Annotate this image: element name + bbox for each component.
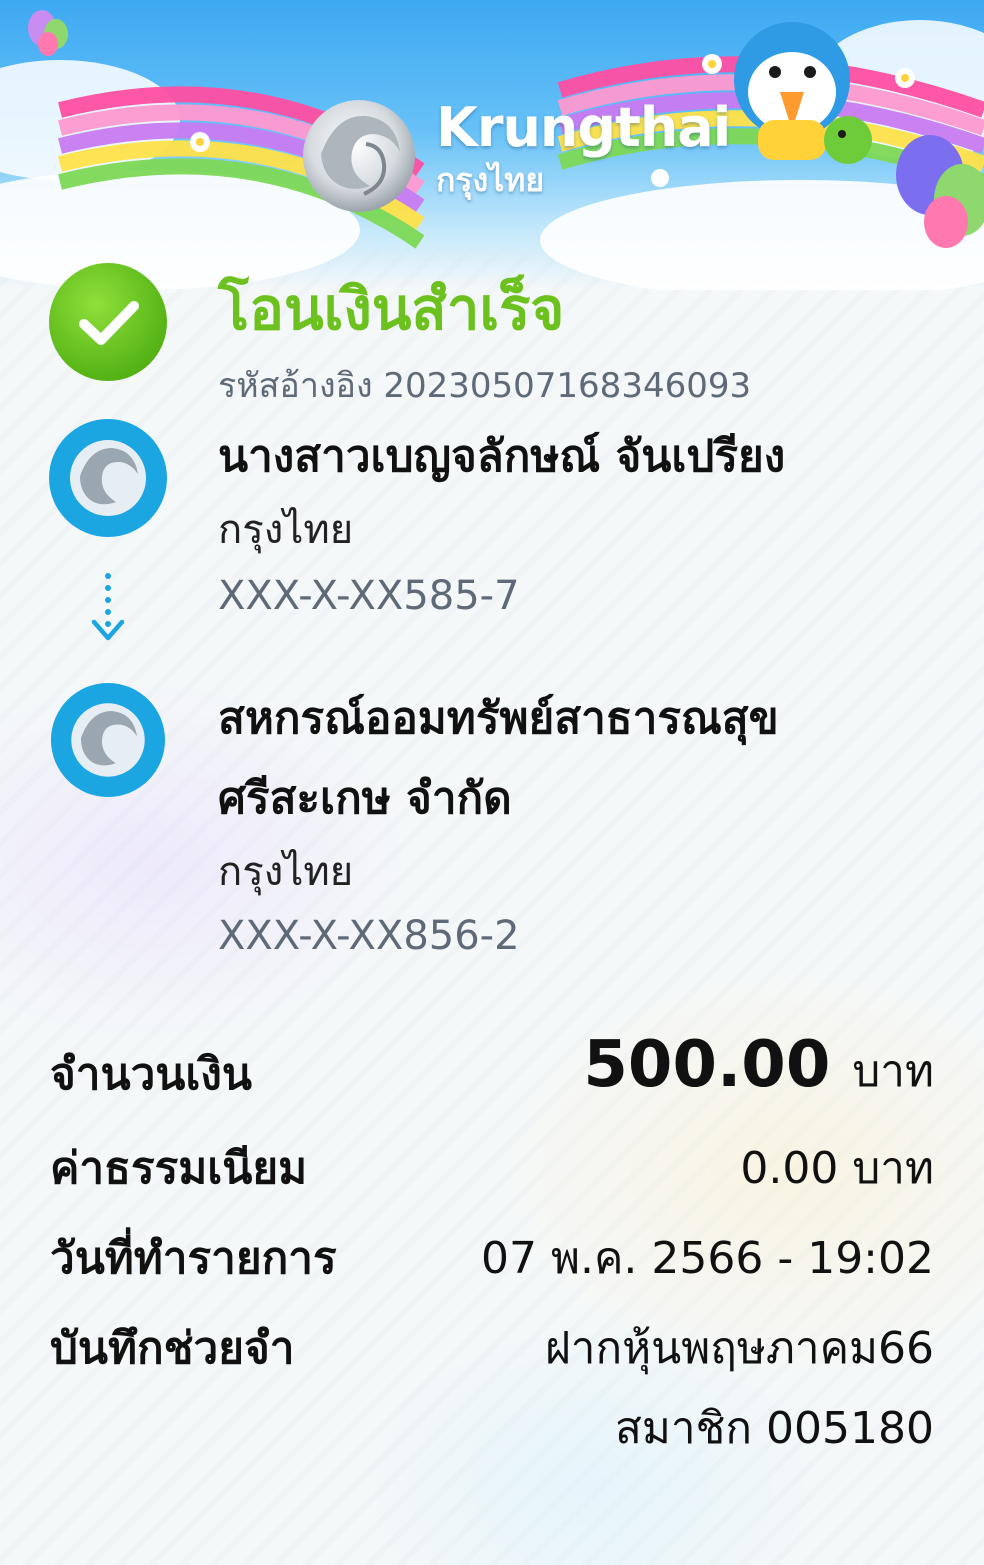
sender-account: XXX-X-XX585-7	[218, 573, 520, 619]
receiver-name-line2: ศรีสะเกษ จำกัด	[218, 773, 512, 824]
krungthai-logo: Krungthai กรุงไทย	[296, 94, 731, 218]
fee-value: 0.00 บาท	[740, 1143, 934, 1194]
transfer-slip: Krungthai กรุงไทย โอนเงินสำเร็จ รหัสอ้าง…	[0, 0, 984, 1565]
header-banner: Krungthai กรุงไทย	[0, 0, 984, 290]
amount-value: 500.00 บาท	[583, 1033, 934, 1103]
phoenix-emblem-icon	[303, 100, 415, 212]
receiver-account: XXX-X-XX856-2	[218, 913, 520, 959]
receiver-bank: กรุงไทย	[218, 849, 354, 895]
brand-name-th: กรุงไทย	[436, 161, 545, 199]
memo-line1: ฝากหุ้นพฤษภาคม66	[545, 1323, 934, 1374]
sender-name: นางสาวเบญจลักษณ์ จันเปรียง	[218, 431, 786, 482]
status-title: โอนเงินสำเร็จ	[218, 275, 565, 343]
date-value: 07 พ.ค. 2566 - 19:02	[481, 1233, 934, 1284]
sender-bank-logo-icon	[49, 419, 167, 537]
memo-label: บันทึกช่วยจำ	[50, 1323, 295, 1374]
amount-label: จำนวนเงิน	[50, 1049, 252, 1100]
amount-number: 500.00	[583, 1028, 831, 1102]
brand-name-en: Krungthai	[436, 96, 731, 159]
check-icon	[49, 263, 167, 381]
reference-number: รหัสอ้างอิง 20230507168346093	[218, 366, 752, 406]
memo-line2: สมาชิก 005180	[614, 1403, 934, 1454]
amount-unit: บาท	[852, 1046, 934, 1097]
arrow-down-icon	[91, 573, 125, 641]
fee-label: ค่าธรรมเนียม	[50, 1143, 308, 1194]
date-label: วันที่ทำรายการ	[50, 1233, 337, 1284]
sender-bank: กรุงไทย	[218, 507, 354, 553]
receiver-bank-logo-icon	[50, 682, 166, 798]
receiver-name-line1: สหกรณ์ออมทรัพย์สาธารณสุข	[218, 693, 779, 744]
